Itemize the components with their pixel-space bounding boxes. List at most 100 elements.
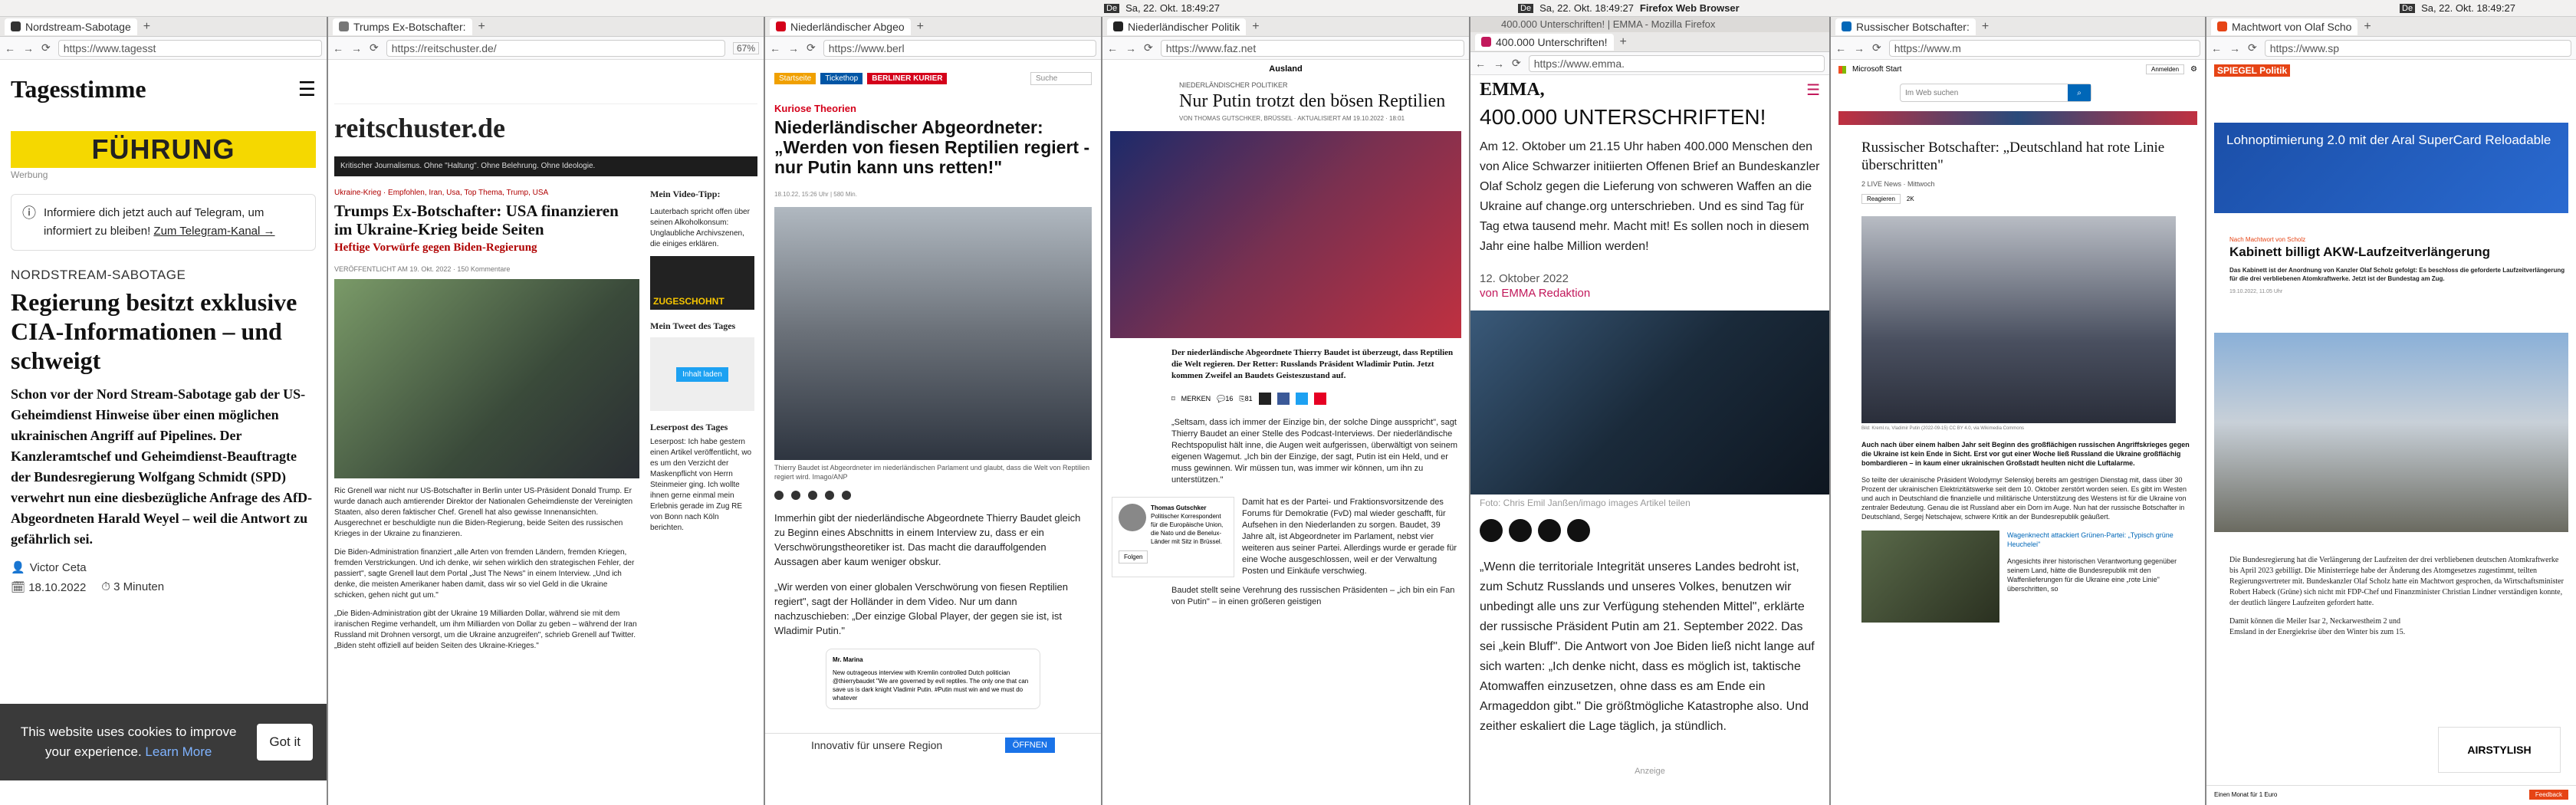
side-ad[interactable]: AIRSTYLISH — [2438, 727, 2561, 773]
clock[interactable]: Sa, 22. Okt. 18:49:27 — [1539, 2, 1634, 14]
hamburger-menu-icon[interactable]: ☰ — [298, 77, 316, 101]
forward-arrow-icon[interactable]: → — [23, 42, 34, 54]
video-thumbnail[interactable]: ZUGESCHOHNT — [650, 256, 754, 310]
forward-arrow-icon[interactable]: → — [788, 42, 799, 54]
pinterest-icon[interactable] — [1313, 393, 1326, 405]
url-bar[interactable]: https://www.tagesst — [58, 39, 322, 57]
reload-icon[interactable]: ⟳ — [370, 41, 379, 54]
browser-tab[interactable]: Niederländischer Politik — [1107, 18, 1247, 35]
new-tab-icon[interactable]: + — [917, 20, 924, 34]
back-arrow-icon[interactable]: ← — [770, 42, 780, 54]
back-arrow-icon[interactable]: ← — [1835, 42, 1846, 54]
url-bar[interactable]: https://reitschuster.de/ — [386, 39, 725, 57]
zoom-level[interactable]: 67% — [732, 41, 759, 54]
browser-tab[interactable]: 400.000 Unterschriften! — [1475, 33, 1614, 51]
load-content-button[interactable]: Inhalt laden — [676, 366, 728, 382]
facebook-icon[interactable] — [1276, 393, 1290, 405]
back-arrow-icon[interactable]: ← — [1475, 58, 1486, 70]
search-icon[interactable]: ⌕ — [2068, 84, 2091, 101]
site-logo[interactable]: SPIEGEL Politik — [2214, 64, 2291, 77]
keyboard-layout-indicator[interactable]: De — [2400, 3, 2416, 13]
new-tab-icon[interactable]: + — [143, 20, 150, 34]
url-bar[interactable]: https://www.emma. — [1528, 54, 1825, 72]
nav-tickethop[interactable]: Tickethop — [820, 72, 863, 84]
url-bar[interactable]: https://www.m — [1888, 39, 2200, 57]
mail-icon[interactable] — [825, 491, 834, 500]
bottom-ad[interactable]: Innovativ für unsere Region ÖFFNEN — [765, 733, 1101, 756]
site-logo[interactable]: BERLINER KURIER — [867, 72, 948, 84]
site-logo[interactable]: Tagesstimme — [11, 75, 146, 104]
settings-icon[interactable]: ⚙ — [2190, 65, 2197, 74]
back-arrow-icon[interactable]: ← — [333, 42, 343, 54]
section-label[interactable]: Ausland — [1110, 64, 1461, 74]
back-arrow-icon[interactable]: ← — [2211, 42, 2222, 54]
browser-tab[interactable]: Trumps Ex-Botschafter: — [333, 18, 472, 35]
related-link[interactable]: Wagenknecht attackiert Grünen-Partei: „T… — [2007, 531, 2197, 549]
twitter-icon[interactable] — [1509, 519, 1532, 542]
bookmark-label[interactable]: MERKEN — [1181, 395, 1211, 402]
new-tab-icon[interactable]: + — [1982, 20, 1989, 34]
url-bar[interactable]: https://www.berl — [823, 39, 1096, 57]
article-author[interactable]: von EMMA Redaktion — [1480, 287, 1820, 300]
browser-tab[interactable]: Nordstream-Sabotage — [5, 18, 137, 35]
related-photo[interactable] — [1861, 531, 1999, 623]
reload-icon[interactable]: ⟳ — [807, 41, 816, 54]
new-tab-icon[interactable]: + — [1252, 20, 1259, 34]
feedback-button[interactable]: Feedback — [2528, 790, 2568, 800]
keyboard-layout-indicator[interactable]: De — [1104, 3, 1120, 13]
keyboard-layout-indicator[interactable]: De — [1518, 3, 1534, 13]
react-button[interactable]: Reagieren — [1861, 194, 1901, 204]
facebook-icon[interactable] — [791, 491, 800, 500]
follow-button[interactable]: Folgen — [1119, 550, 1148, 564]
ad-banner[interactable]: Lohnoptimierung 2.0 mit der Aral SuperCa… — [2214, 123, 2568, 213]
browser-tab[interactable]: Niederländischer Abgeo — [770, 18, 911, 35]
back-arrow-icon[interactable]: ← — [1107, 42, 1118, 54]
ad-banner[interactable]: FÜHRUNG — [11, 131, 316, 168]
reload-icon[interactable]: ⟳ — [1872, 41, 1881, 54]
telegram-link[interactable]: Zum Telegram-Kanal → — [153, 225, 274, 238]
twitter-icon[interactable] — [808, 491, 817, 500]
brand-label[interactable]: Microsoft Start — [1852, 65, 1901, 74]
reload-icon[interactable]: ⟳ — [1512, 57, 1521, 70]
reload-icon[interactable]: ⟳ — [2248, 41, 2257, 54]
whatsapp-icon[interactable] — [842, 491, 851, 500]
search-input[interactable]: Suche — [1030, 71, 1092, 85]
clock[interactable]: Sa, 22. Okt. 18:49:27 — [1125, 2, 1220, 14]
forward-arrow-icon[interactable]: → — [1854, 42, 1865, 54]
cookie-learn-more-link[interactable]: Learn More — [145, 744, 212, 759]
reload-icon[interactable]: ⟳ — [41, 41, 51, 54]
embedded-tweet[interactable]: Mr. Marina New outrageous interview with… — [826, 649, 1040, 709]
forward-arrow-icon[interactable]: → — [2229, 42, 2240, 54]
browser-tab[interactable]: Russischer Botschafter: — [1835, 18, 1976, 35]
url-bar[interactable]: https://www.sp — [2264, 39, 2571, 57]
author-name[interactable]: Victor Ceta — [30, 561, 87, 574]
comment-count[interactable]: 💬16 — [1217, 395, 1233, 403]
clock[interactable]: Sa, 22. Okt. 18:49:27 — [2421, 2, 2515, 14]
forward-arrow-icon[interactable]: → — [1493, 58, 1504, 70]
article-tags[interactable]: Ukraine-Krieg · Empfohlen, Iran, Usa, To… — [334, 189, 639, 197]
subscription-offer[interactable]: Einen Monat für 1 Euro — [2214, 791, 2277, 798]
ad-open-button[interactable]: ÖFFNEN — [1004, 737, 1055, 753]
hamburger-menu-icon[interactable]: ☰ — [1806, 80, 1820, 100]
forward-arrow-icon[interactable]: → — [351, 42, 362, 54]
new-tab-icon[interactable]: + — [1620, 35, 1627, 49]
back-arrow-icon[interactable]: ← — [5, 42, 15, 54]
print-icon[interactable] — [1567, 519, 1590, 542]
cookie-accept-button[interactable]: Got it — [257, 724, 313, 761]
reload-icon[interactable]: ⟳ — [1144, 41, 1153, 54]
ad-strip[interactable] — [1838, 111, 2197, 125]
nav-startseite[interactable]: Startseite — [774, 72, 816, 84]
mail-icon[interactable] — [1538, 519, 1561, 542]
browser-tab[interactable]: Machtwort von Olaf Scho — [2211, 18, 2358, 35]
mail-icon[interactable] — [1258, 393, 1271, 405]
share-count[interactable]: ⎘81 — [1239, 395, 1252, 403]
forward-arrow-icon[interactable]: → — [1125, 42, 1136, 54]
search-box[interactable]: Im Web suchen ⌕ — [1900, 84, 2091, 102]
new-tab-icon[interactable]: + — [478, 20, 485, 34]
facebook-icon[interactable] — [1480, 519, 1503, 542]
url-bar[interactable]: https://www.faz.net — [1160, 39, 1464, 57]
signin-button[interactable]: Anmelden — [2146, 64, 2185, 74]
site-logo[interactable]: reitschuster.de — [334, 112, 757, 144]
new-tab-icon[interactable]: + — [2364, 20, 2371, 34]
twitter-icon[interactable] — [1295, 393, 1308, 405]
